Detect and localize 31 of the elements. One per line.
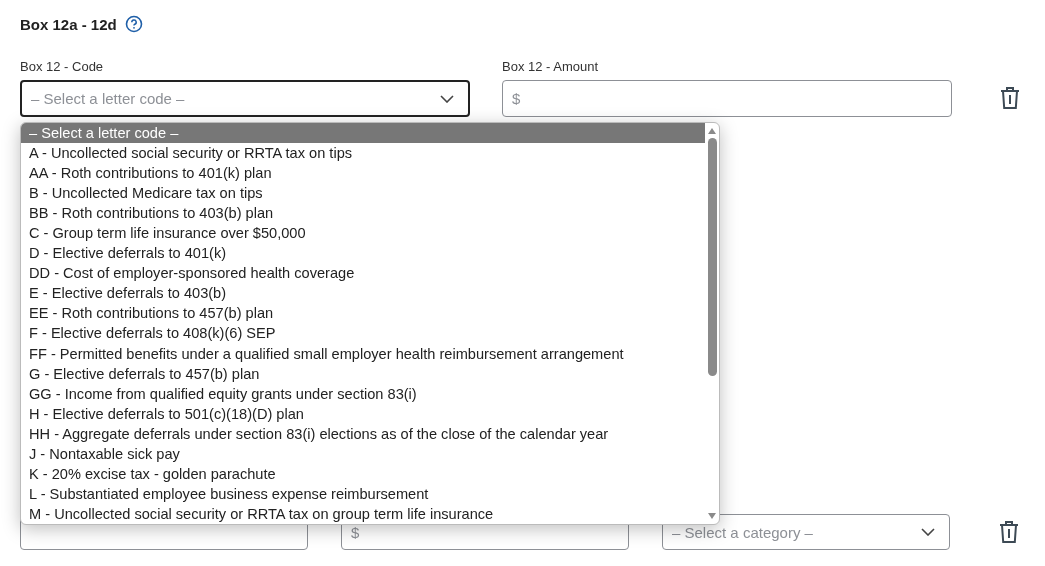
dropdown-option[interactable]: C - Group term life insurance over $50,000 [21,223,705,244]
dropdown-option[interactable]: AA - Roth contributions to 401(k) plan [21,163,705,184]
dropdown-option[interactable]: K - 20% excise tax - golden parachute [21,463,705,484]
scroll-down-icon[interactable] [707,512,717,520]
dropdown-option[interactable]: EE - Roth contributions to 457(b) plan [21,303,705,324]
amount-label: Box 12 - Amount [502,59,600,74]
dropdown-option[interactable]: J - Nontaxable sick pay [21,443,705,464]
dropdown-option[interactable]: DD - Cost of employer-sponsored health coverage [21,263,705,284]
dropdown-option[interactable]: F - Elective deferrals to 408(k)(6) SEP [21,323,705,344]
dropdown-option[interactable]: FF - Permitted benefits under a qualified small employer health reimbursement arrangement [21,343,705,364]
trash-icon[interactable] [999,520,1019,544]
chevron-icon [921,528,935,536]
dropdown-option[interactable]: A - Uncollected social security or RRTA tax on tips [21,143,705,164]
trash-icon[interactable] [1000,86,1020,110]
scroll-up-icon[interactable] [707,127,717,135]
dropdown-option[interactable]: D - Elective deferrals to 401(k) [21,243,705,264]
code-label: Box 12 - Code [20,59,105,74]
scroll-thumb[interactable] [707,138,717,376]
dropdown-option[interactable]: L - Substantiated employee business expense reimbursement [21,483,705,504]
dropdown-option[interactable]: HH - Aggregate deferrals under section 83(i) elections as of the close of the calendar year [21,423,705,444]
dropdown-option[interactable]: GG - Income from qualified equity grants under section 83(i) [21,383,705,404]
dropdown-option[interactable]: – Select a letter code – [21,123,705,144]
section-title: Box 12a - 12d [20,15,117,33]
dropdown-option[interactable]: E - Elective deferrals to 403(b) [21,283,705,304]
amount-field[interactable]: $ [502,80,952,117]
dropdown-option[interactable]: BB - Roth contributions to 403(b) plan [21,203,705,224]
dropdown-option[interactable]: H - Elective deferrals to 501(c)(18)(D) plan [21,403,705,424]
dropdown-option[interactable]: G - Elective deferrals to 457(b) plan [21,363,705,384]
dropdown-option[interactable]: B - Uncollected Medicare tax on tips [21,183,705,204]
help-icon[interactable] [124,15,143,33]
chevron-icon [440,94,454,103]
